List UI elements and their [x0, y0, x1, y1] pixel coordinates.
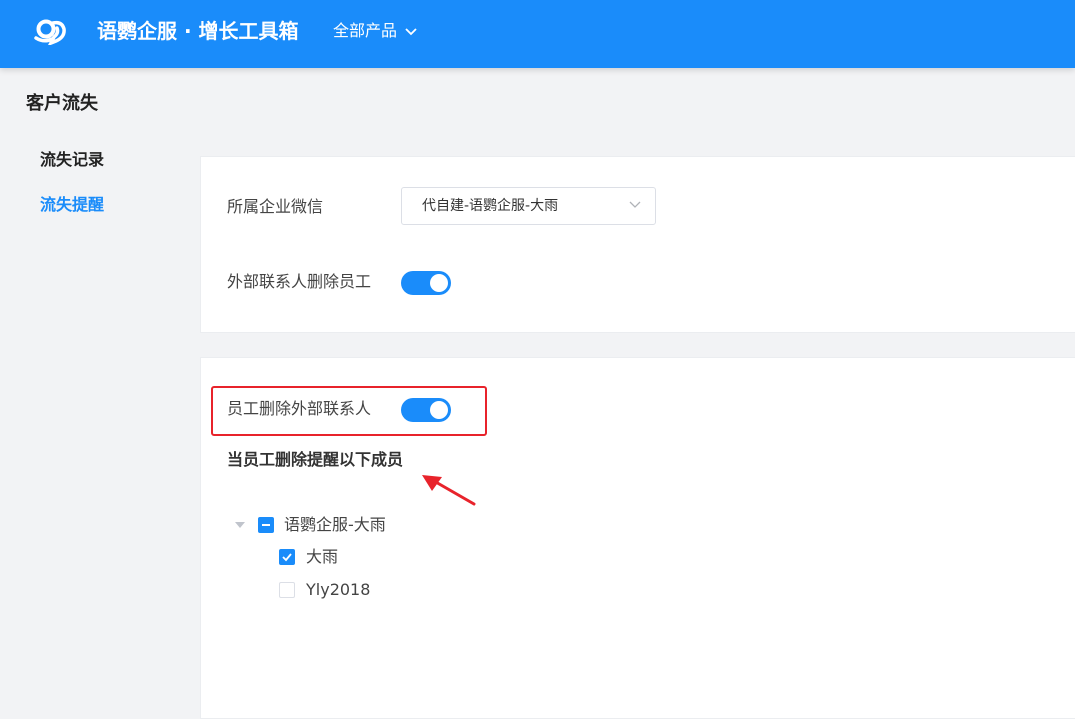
parrot-logo-icon[interactable] [34, 17, 68, 45]
toggle-knob [430, 401, 448, 419]
member-label-yly2018[interactable]: Yly2018 [306, 579, 370, 601]
employee-delete-label: 员工删除外部联系人 [227, 399, 372, 418]
chevron-down-icon [405, 27, 417, 35]
enterprise-label: 所属企业微信 [227, 197, 324, 216]
member-label-dayu[interactable]: 大雨 [306, 546, 338, 568]
employee-delete-toggle[interactable] [401, 398, 451, 422]
sidebar-title: 客户流失 [26, 93, 98, 114]
external-delete-toggle[interactable] [401, 271, 451, 295]
enterprise-select[interactable]: 代自建-语鹦企服-大雨 [401, 187, 656, 225]
top-bar: 语鹦企服 · 增长工具箱 全部产品 [0, 0, 1075, 68]
root-checkbox[interactable] [258, 517, 274, 533]
brand-title[interactable]: 语鹦企服 · 增长工具箱 [97, 17, 299, 45]
all-products-menu[interactable]: 全部产品 [333, 19, 418, 43]
sidebar-item-churn-reminder[interactable]: 流失提醒 [40, 193, 104, 217]
tree-root-label[interactable]: 语鹦企服-大雨 [284, 514, 386, 536]
caret-down-icon[interactable] [234, 520, 246, 530]
sidebar-item-churn-records[interactable]: 流失记录 [40, 148, 104, 172]
enterprise-settings-card [200, 156, 1075, 333]
enterprise-select-value: 代自建-语鹦企服-大雨 [422, 198, 559, 214]
member-checkbox-dayu[interactable] [279, 549, 295, 565]
external-delete-label: 外部联系人删除员工 [227, 272, 372, 291]
member-checkbox-yly2018[interactable] [279, 582, 295, 598]
check-icon [282, 553, 292, 562]
chevron-down-icon [629, 201, 641, 208]
red-arrow-annotation [422, 475, 476, 506]
members-title: 当员工删除提醒以下成员 [227, 450, 404, 469]
toggle-knob [430, 274, 448, 292]
all-products-label: 全部产品 [333, 21, 398, 40]
